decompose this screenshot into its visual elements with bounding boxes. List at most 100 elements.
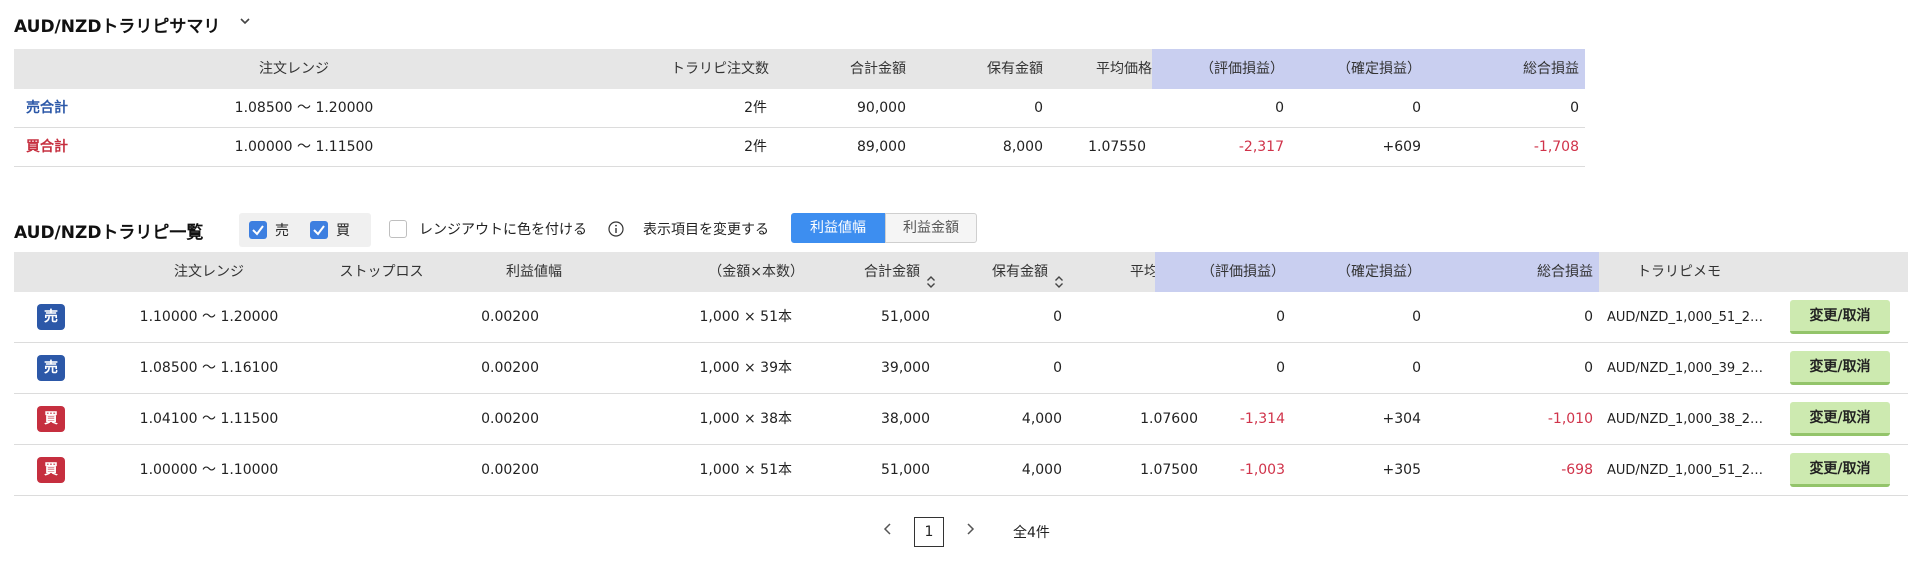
range-out-color-label: レンジアウトに色を付ける	[419, 222, 587, 238]
list-header-holding[interactable]: 保有金額	[936, 252, 1064, 292]
buy-filter-label: 買	[336, 223, 350, 239]
summary-buy-avg: 1.07550	[1088, 139, 1146, 155]
order-list-table: 注文レンジ ストップロス 利益値幅 （金額×本数） 合計金額 保有金額 平均価格…	[14, 252, 1908, 496]
modify-cancel-button[interactable]: 変更/取消	[1790, 300, 1890, 334]
list-header-profit-width: 利益値幅	[506, 264, 562, 280]
summary-buy-range: 1.00000 〜 1.11500	[234, 139, 374, 155]
list-title: AUD/NZDトラリピ一覧	[14, 223, 204, 243]
summary-header-row: 注文レンジ トラリピ注文数 合計金額 保有金額 平均価格 （評価損益） （確定損…	[14, 49, 1585, 89]
sort-icon	[1054, 265, 1064, 288]
row-unrealized: -1,003	[1239, 462, 1285, 478]
buy-badge: 買	[37, 457, 65, 483]
list-header-range: 注文レンジ	[174, 264, 244, 280]
row-pl-total: 0	[1584, 309, 1593, 325]
summary-sell-orders: 2件	[744, 100, 767, 116]
checkbox-unchecked-icon	[389, 220, 407, 238]
sort-icon	[926, 265, 936, 288]
row-realized: +305	[1382, 462, 1421, 478]
chevron-left-icon[interactable]	[880, 521, 896, 541]
row-total: 51,000	[881, 462, 930, 478]
row-pl-total: 0	[1584, 360, 1593, 376]
row-total: 39,000	[881, 360, 930, 376]
checkbox-checked-icon	[249, 221, 267, 239]
row-memo: AUD/NZD_1,000_38_2…	[1607, 412, 1763, 427]
list-header-pl-total: 総合損益	[1427, 252, 1599, 292]
row-realized: +304	[1382, 411, 1421, 427]
toggle-profit-width[interactable]: 利益値幅	[791, 213, 885, 243]
sell-filter-label: 売	[275, 223, 289, 239]
row-range: 1.08500 〜 1.16100	[139, 360, 279, 376]
summary-sell-label: 売合計	[26, 100, 68, 116]
summary-buy-unrealized: -2,317	[1238, 139, 1284, 155]
pagination-total: 全4件	[1013, 525, 1050, 541]
list-row: 買 1.04100 〜 1.11500 0.00200 1,000 × 38本 …	[14, 394, 1908, 445]
row-pl-total: -1,010	[1547, 411, 1593, 427]
row-profit-width: 0.00200	[481, 462, 539, 478]
row-profit-width: 0.00200	[481, 360, 539, 376]
list-header-stoploss: ストップロス	[339, 264, 424, 280]
modify-cancel-button[interactable]: 変更/取消	[1790, 402, 1890, 436]
row-total: 38,000	[881, 411, 930, 427]
row-range: 1.00000 〜 1.10000	[139, 462, 279, 478]
row-range: 1.10000 〜 1.20000	[139, 309, 279, 325]
list-header-total[interactable]: 合計金額	[804, 252, 936, 292]
row-memo: AUD/NZD_1,000_39_2…	[1607, 361, 1763, 376]
summary-buy-label: 買合計	[26, 139, 68, 155]
info-icon[interactable]	[608, 221, 624, 241]
row-profit-width: 0.00200	[481, 411, 539, 427]
summary-sell-pl-total: 0	[1570, 100, 1579, 116]
row-holding: 4,000	[1021, 411, 1062, 427]
list-row: 売 1.08500 〜 1.16100 0.00200 1,000 × 39本 …	[14, 343, 1908, 394]
sell-badge: 売	[37, 304, 65, 330]
summary-sell-unrealized: 0	[1275, 100, 1284, 116]
summary-header-realized: （確定損益）	[1290, 49, 1427, 89]
summary-sell-total: 90,000	[857, 100, 906, 116]
modify-cancel-button[interactable]: 変更/取消	[1790, 351, 1890, 385]
list-row: 売 1.10000 〜 1.20000 0.00200 1,000 × 51本 …	[14, 292, 1908, 343]
buy-filter-checkbox[interactable]: 買	[310, 221, 360, 239]
row-amount: 1,000 × 51本	[699, 462, 792, 478]
row-holding: 4,000	[1021, 462, 1062, 478]
list-header-memo: トラリピメモ	[1637, 264, 1721, 280]
summary-sell-range: 1.08500 〜 1.20000	[234, 100, 374, 116]
row-unrealized: 0	[1276, 360, 1285, 376]
list-header-amount: （金額×本数）	[708, 264, 804, 280]
row-memo: AUD/NZD_1,000_51_2…	[1607, 463, 1763, 478]
summary-row-buy: 買合計 1.00000 〜 1.11500 2件 89,000 8,000 1.…	[14, 128, 1585, 167]
list-header-unrealized: （評価損益）	[1155, 252, 1291, 292]
list-header-realized: （確定損益）	[1291, 252, 1427, 292]
summary-row-sell: 売合計 1.08500 〜 1.20000 2件 90,000 0 0 0 0	[14, 89, 1585, 128]
summary-header-unrealized: （評価損益）	[1152, 49, 1290, 89]
summary-table: 注文レンジ トラリピ注文数 合計金額 保有金額 平均価格 （評価損益） （確定損…	[14, 49, 1585, 167]
list-row: 買 1.00000 〜 1.10000 0.00200 1,000 × 51本 …	[14, 445, 1908, 496]
sell-badge: 売	[37, 355, 65, 381]
row-amount: 1,000 × 38本	[699, 411, 792, 427]
summary-buy-pl-total: -1,708	[1533, 139, 1579, 155]
side-filter-group: 売 買	[239, 213, 371, 247]
row-realized: 0	[1412, 309, 1421, 325]
page-current[interactable]: 1	[914, 517, 944, 547]
summary-sell-holding: 0	[1034, 100, 1043, 116]
summary-header-orders: トラリピ注文数	[671, 61, 769, 77]
row-holding: 0	[1053, 309, 1062, 325]
row-range: 1.04100 〜 1.11500	[139, 411, 279, 427]
row-unrealized: 0	[1276, 309, 1285, 325]
modify-cancel-button[interactable]: 変更/取消	[1790, 453, 1890, 487]
checkbox-checked-icon	[310, 221, 328, 239]
summary-title: AUD/NZDトラリピサマリ	[14, 12, 220, 37]
list-header-holding-label: 保有金額	[992, 264, 1048, 280]
row-profit-width: 0.00200	[481, 309, 539, 325]
row-memo: AUD/NZD_1,000_51_2…	[1607, 310, 1763, 325]
list-header-row: 注文レンジ ストップロス 利益値幅 （金額×本数） 合計金額 保有金額 平均価格…	[14, 252, 1908, 292]
sell-filter-checkbox[interactable]: 売	[249, 221, 299, 239]
toggle-profit-amount[interactable]: 利益金額	[885, 213, 977, 243]
chevron-down-icon[interactable]	[238, 14, 252, 32]
summary-buy-holding: 8,000	[1002, 139, 1043, 155]
row-amount: 1,000 × 51本	[699, 309, 792, 325]
chevron-right-icon[interactable]	[962, 521, 978, 541]
row-holding: 0	[1053, 360, 1062, 376]
summary-header-avg: 平均価格	[1096, 61, 1152, 77]
display-change-label: 表示項目を変更する	[643, 222, 769, 238]
list-header-total-label: 合計金額	[864, 264, 920, 280]
summary-title-text: AUD/NZDトラリピサマリ	[14, 17, 221, 37]
